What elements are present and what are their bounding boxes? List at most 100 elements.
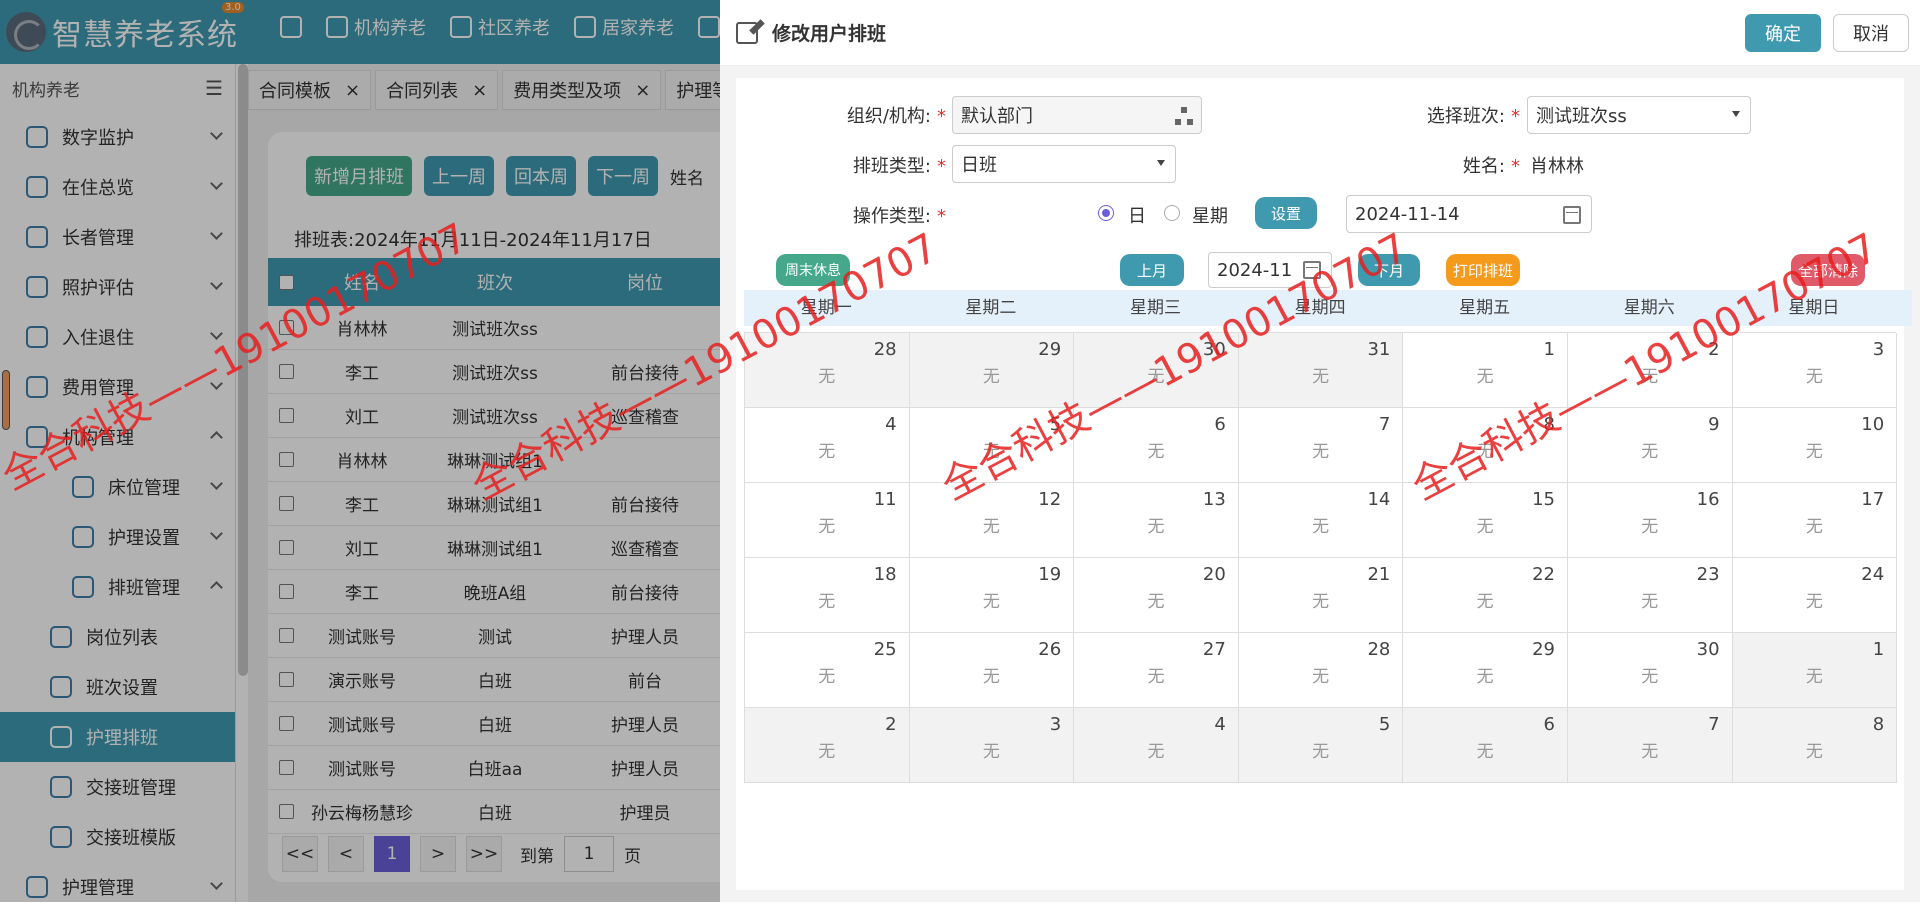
cancel-button[interactable]: 取消	[1833, 14, 1909, 52]
calendar-day-cell[interactable]: 29 无	[1403, 633, 1568, 708]
set-button[interactable]: 设置	[1255, 197, 1317, 229]
calendar-day-cell[interactable]: 26 无	[909, 633, 1075, 708]
calendar-day-cell[interactable]: 9无	[1567, 408, 1733, 483]
day-schedule: 无	[982, 517, 1000, 537]
day-schedule: 无	[1312, 442, 1330, 462]
calendar-day-cell[interactable]: 17 无	[1732, 483, 1898, 558]
calendar-day-cell[interactable]: 21 无	[1238, 558, 1404, 633]
calendar-day-cell[interactable]: 29 无	[909, 333, 1075, 408]
calendar-day-cell[interactable]: 7无	[1567, 708, 1733, 783]
calendar-day-cell[interactable]: 16 无	[1567, 483, 1733, 558]
calendar-day-cell[interactable]: 28 无	[1238, 633, 1404, 708]
radio-day[interactable]	[1098, 205, 1114, 221]
calendar-day-cell[interactable]: 2无	[1567, 333, 1733, 408]
calendar-day-cell[interactable]: 27 无	[1074, 633, 1239, 708]
day-number: 11	[873, 489, 897, 510]
calendar-day-cell[interactable]: 2无	[745, 708, 910, 783]
org-label: 组织/机构: *	[846, 106, 946, 127]
calendar-day-cell[interactable]: 11 无	[745, 483, 910, 558]
calendar-day-cell[interactable]: 8无	[1403, 408, 1568, 483]
confirm-button[interactable]: 确定	[1745, 14, 1821, 52]
calendar-day-cell[interactable]: 22 无	[1403, 558, 1568, 633]
calendar-day-cell[interactable]: 6无	[1403, 708, 1568, 783]
shift-label: 选择班次: *	[1426, 106, 1520, 127]
day-number: 16	[1696, 489, 1720, 510]
calendar-day-cell[interactable]: 23 无	[1567, 558, 1733, 633]
calendar-day-cell[interactable]: 3无	[909, 708, 1075, 783]
day-schedule: 无	[1312, 592, 1330, 612]
calendar-day-cell[interactable]: 14 无	[1238, 483, 1404, 558]
day-number: 2	[1708, 339, 1720, 360]
calendar-day-cell[interactable]: 1无	[1732, 633, 1898, 708]
day-schedule: 无	[1805, 517, 1823, 537]
calendar-day-cell[interactable]: 10 无	[1732, 408, 1898, 483]
calendar-day-cell[interactable]: 15 无	[1403, 483, 1568, 558]
calendar-day-cell[interactable]: 5无	[909, 408, 1075, 483]
calendar-day-cell[interactable]: 24 无	[1732, 558, 1898, 633]
prev-month-button[interactable]: 上月	[1120, 254, 1184, 286]
day-schedule: 无	[1805, 367, 1823, 387]
day-number: 19	[1038, 564, 1062, 585]
calendar-day-cell[interactable]: 5无	[1238, 708, 1404, 783]
calendar-day-cell[interactable]: 7无	[1238, 408, 1404, 483]
day-number: 4	[1214, 714, 1226, 735]
op-type-label: 操作类型: *	[852, 206, 946, 227]
calendar-day-cell[interactable]: 1无	[1403, 333, 1568, 408]
org-field[interactable]: 默认部门	[952, 96, 1202, 134]
day-schedule: 无	[818, 592, 836, 612]
day-schedule: 无	[1476, 367, 1494, 387]
calendar-day-cell[interactable]: 25 无	[745, 633, 910, 708]
radio-week[interactable]	[1164, 205, 1180, 221]
type-label: 排班类型: *	[852, 156, 946, 177]
day-schedule: 无	[1641, 367, 1659, 387]
calendar-day-cell[interactable]: 4无	[745, 408, 910, 483]
day-schedule: 无	[1641, 517, 1659, 537]
calendar-day-cell[interactable]: 19 无	[909, 558, 1075, 633]
day-schedule: 无	[1641, 742, 1659, 762]
type-select[interactable]: 日班	[952, 145, 1176, 183]
calendar-grid: 28 无 29 无 30 无 31 无 1 无 2 无 3 无 4 无 5 无 6 无 7 无 8 无 9 无 10 无 11 无 12 无 1…	[744, 332, 1898, 783]
next-month-button[interactable]: 下月	[1358, 254, 1420, 286]
day-schedule: 无	[1476, 517, 1494, 537]
calendar-day-cell[interactable]: 20 无	[1074, 558, 1239, 633]
day-number: 4	[885, 414, 897, 435]
date-input[interactable]: 2024-11-14	[1346, 195, 1592, 233]
modal-overlay[interactable]	[0, 0, 720, 902]
day-schedule: 无	[818, 442, 836, 462]
day-schedule: 无	[982, 442, 1000, 462]
calendar-day-cell[interactable]: 12 无	[909, 483, 1075, 558]
calendar-day-cell[interactable]: 28 无	[745, 333, 910, 408]
day-schedule: 无	[1805, 667, 1823, 687]
day-number: 18	[873, 564, 897, 585]
calendar-day-cell[interactable]: 18 无	[745, 558, 910, 633]
day-number: 6	[1214, 414, 1226, 435]
calendar-day-cell[interactable]: 30 无	[1074, 333, 1239, 408]
day-number: 25	[873, 639, 897, 660]
clear-all-button[interactable]: 全部清除	[1791, 254, 1865, 286]
day-number: 3	[1049, 714, 1062, 735]
day-number: 13	[1202, 489, 1226, 510]
day-number: 3	[1872, 339, 1885, 360]
month-input[interactable]: 2024-11	[1208, 252, 1332, 288]
shift-select[interactable]: 测试班次ss	[1527, 96, 1751, 134]
calendar-day-cell[interactable]: 31 无	[1238, 333, 1404, 408]
day-schedule: 无	[1147, 667, 1165, 687]
day-number: 12	[1038, 489, 1062, 510]
weekend-rest-button[interactable]: 周末休息	[776, 254, 850, 286]
edit-icon	[736, 21, 758, 44]
day-number: 29	[1532, 639, 1555, 660]
calendar-day-cell[interactable]: 13 无	[1074, 483, 1239, 558]
calendar-day-cell[interactable]: 30 无	[1567, 633, 1733, 708]
dialog-title: 修改用户排班	[772, 23, 887, 45]
day-schedule: 无	[982, 592, 1000, 612]
name-label: 姓名: *	[1462, 156, 1520, 177]
day-number: 15	[1532, 489, 1555, 510]
day-number: 10	[1861, 414, 1885, 435]
calendar-day-cell[interactable]: 4无	[1074, 708, 1239, 783]
calendar-day-cell[interactable]: 3无	[1732, 333, 1898, 408]
calendar-day-cell[interactable]: 6无	[1074, 408, 1239, 483]
day-number: 28	[1367, 639, 1391, 660]
day-schedule: 无	[1476, 592, 1494, 612]
print-schedule-button[interactable]: 打印排班	[1446, 254, 1520, 286]
calendar-day-cell[interactable]: 8无	[1732, 708, 1898, 783]
